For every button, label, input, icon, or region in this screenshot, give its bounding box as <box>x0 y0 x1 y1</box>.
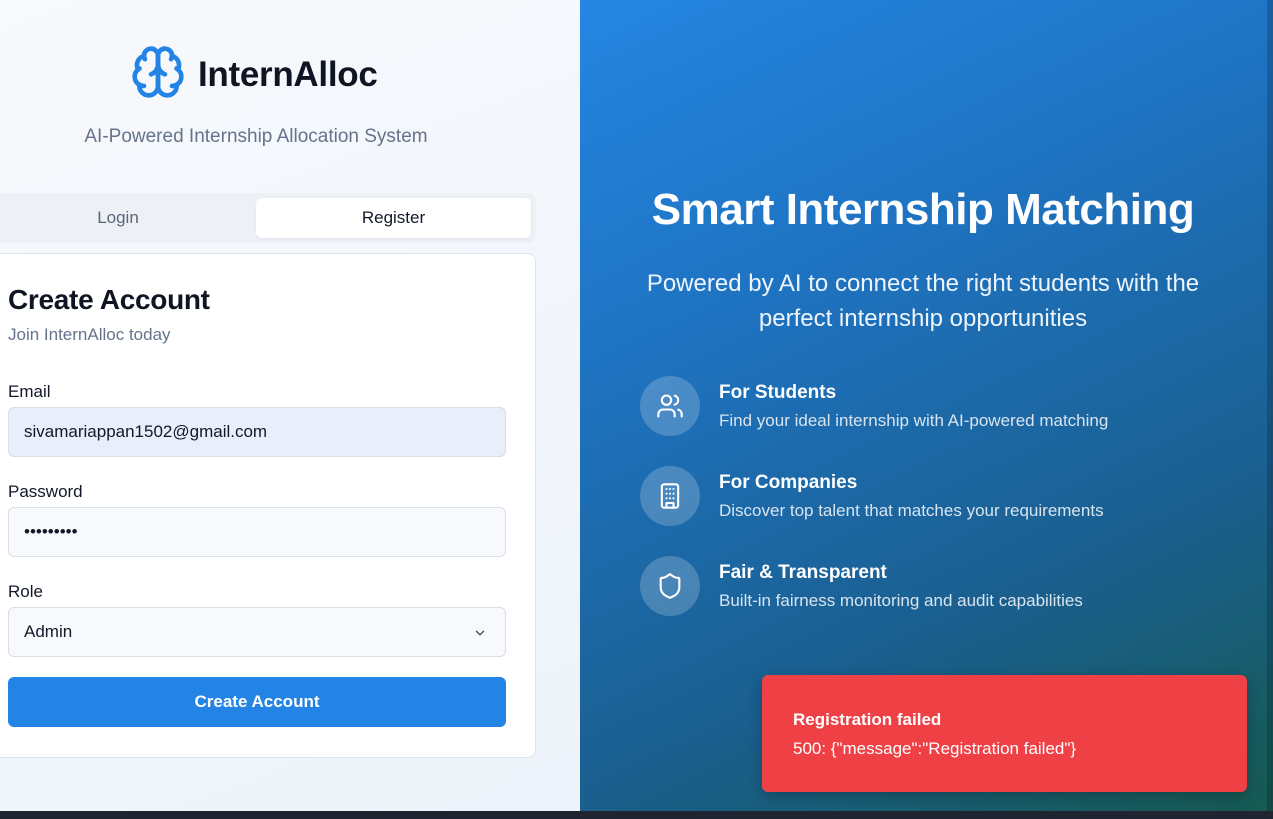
create-account-button[interactable]: Create Account <box>8 677 506 727</box>
brain-icon <box>130 44 186 105</box>
toast-title: Registration failed <box>793 710 942 729</box>
shield-icon <box>640 556 700 616</box>
hero-subtitle: Powered by AI to connect the right stude… <box>646 270 1200 332</box>
feature-desc: Find your ideal internship with AI-power… <box>719 411 1109 430</box>
role-label: Role <box>8 582 43 601</box>
users-icon <box>640 376 700 436</box>
app-title: InternAlloc <box>198 54 378 94</box>
password-value: ••••••••• <box>24 522 78 541</box>
feature-title: For Students <box>719 382 837 403</box>
error-toast[interactable]: Registration failed 500: {"message":"Reg… <box>762 675 1247 792</box>
email-value: sivamariappan1502@gmail.com <box>24 422 268 441</box>
tab-login[interactable]: Login <box>0 198 236 238</box>
register-card: Create Account Join InternAlloc today Em… <box>0 253 536 758</box>
building-icon <box>640 466 700 526</box>
feature-title: For Companies <box>719 472 858 493</box>
feature-desc: Discover top talent that matches your re… <box>719 501 1104 520</box>
email-label: Email <box>8 382 51 401</box>
card-subtitle: Join InternAlloc today <box>8 325 171 344</box>
brand: InternAlloc <box>130 44 378 105</box>
window-bottom-edge <box>0 811 1273 819</box>
role-select[interactable]: Admin <box>8 607 506 657</box>
hero-title: Smart Internship Matching <box>651 185 1195 234</box>
scrollbar-edge <box>1267 0 1273 811</box>
tab-register[interactable]: Register <box>256 198 531 238</box>
feature-title: Fair & Transparent <box>719 562 887 583</box>
feature-desc: Built-in fairness monitoring and audit c… <box>719 591 1083 610</box>
toast-message: 500: {"message":"Registration failed"} <box>793 739 1077 758</box>
card-title: Create Account <box>8 284 210 315</box>
email-field[interactable]: sivamariappan1502@gmail.com <box>8 407 506 457</box>
role-value: Admin <box>24 622 73 641</box>
feature-students: For Students Find your ideal internship … <box>640 376 1200 438</box>
chevron-down-icon <box>473 625 487 645</box>
feature-fairness: Fair & Transparent Built-in fairness mon… <box>640 556 1200 618</box>
auth-tabs: Login Register <box>0 193 536 243</box>
auth-panel: InternAlloc AI-Powered Internship Alloca… <box>0 0 580 811</box>
feature-companies: For Companies Discover top talent that m… <box>640 466 1200 528</box>
password-field[interactable]: ••••••••• <box>8 507 506 557</box>
password-label: Password <box>8 482 83 501</box>
app-subtitle: AI-Powered Internship Allocation System <box>84 126 428 147</box>
